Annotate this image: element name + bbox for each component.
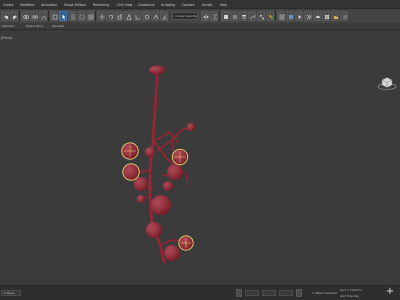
workspace-icon[interactable] [340, 11, 348, 21]
layer-explorer-icon[interactable] [230, 11, 238, 21]
tab-populate[interactable]: Populate [52, 24, 64, 29]
tab-selection[interactable]: Selection [2, 24, 15, 29]
toolbar-separator [275, 11, 276, 21]
select-by-name-icon[interactable] [68, 11, 76, 21]
selection-status: 1 Helper Selected [312, 291, 337, 295]
menu-animation[interactable]: Animation [41, 2, 57, 8]
menu-civil-view[interactable]: Civil View [117, 2, 132, 8]
render-setup-icon[interactable] [277, 11, 285, 21]
menu-customize[interactable]: Customize [138, 2, 155, 8]
lock-selection-icon[interactable] [236, 289, 242, 297]
add-time-tag[interactable]: Add Time Tag [340, 294, 359, 298]
pivot-center-icon[interactable] [142, 11, 150, 21]
perspective-viewport[interactable] [0, 30, 400, 285]
tab-object-paint[interactable]: Object Paint [26, 24, 43, 29]
render-in-cloud-icon[interactable] [313, 11, 321, 21]
window-crossing-icon[interactable] [86, 11, 94, 21]
render-iterative-icon[interactable] [304, 11, 312, 21]
coord-z-field[interactable] [279, 290, 293, 296]
select-filter-icon[interactable] [50, 11, 58, 21]
maxscript-prompt: ur Maxs [3, 291, 15, 295]
mirror-icon[interactable] [201, 11, 209, 21]
menu-create[interactable]: Create [3, 2, 14, 8]
toolbar-separator [95, 11, 96, 21]
branch-model[interactable] [0, 30, 400, 285]
viewcube-icon[interactable] [377, 74, 397, 92]
coord-y-field[interactable] [262, 290, 276, 296]
link-icon[interactable] [21, 11, 29, 21]
grid-readout: Grid = 10,0mm [340, 288, 362, 292]
place-icon[interactable] [124, 11, 132, 21]
material-editor-icon[interactable] [266, 11, 274, 21]
menu-content[interactable]: Content [182, 2, 195, 8]
toggle-ribbon-icon[interactable] [239, 11, 247, 21]
coord-x-field[interactable] [245, 290, 259, 296]
rendered-frame-window-icon[interactable] [286, 11, 294, 21]
isolate-selection-icon[interactable] [296, 289, 302, 297]
menu-bar: Create Modifiers Animation Graph Editors… [0, 0, 400, 9]
bind-space-warp-icon[interactable] [39, 11, 47, 21]
menu-arnold[interactable]: Arnold [202, 2, 212, 8]
curve-editor-icon[interactable] [248, 11, 256, 21]
align-icon[interactable] [210, 11, 218, 21]
menu-rendering[interactable]: Rendering [93, 2, 109, 8]
a360-gallery-icon[interactable] [322, 11, 330, 21]
open-explorer-icon[interactable] [331, 11, 339, 21]
redo-button[interactable] [10, 11, 18, 21]
viewport-label[interactable]: [Persp] [1, 36, 12, 40]
toolbar-separator [219, 11, 220, 21]
snaps-toggle-icon[interactable] [151, 11, 159, 21]
menu-scripting[interactable]: Scripting [161, 2, 175, 8]
unlink-icon[interactable] [30, 11, 38, 21]
reference-coordinate-icon[interactable] [133, 11, 141, 21]
select-object-icon[interactable] [59, 11, 67, 21]
rotate-icon[interactable] [106, 11, 114, 21]
main-toolbar: Create Selection Se [0, 9, 400, 23]
scale-icon[interactable] [115, 11, 123, 21]
move-icon[interactable] [97, 11, 105, 21]
menu-help[interactable]: Help [220, 2, 227, 8]
schematic-view-icon[interactable] [257, 11, 265, 21]
status-bar: ur Maxs 1 Helper Selected Grid = 10,0mm … [0, 285, 400, 300]
toolbar-separator [48, 11, 49, 21]
ribbon-tabs: Selection Object Paint Populate [0, 23, 400, 30]
render-production-icon[interactable] [295, 11, 303, 21]
toolbar-separator [19, 11, 20, 21]
add-icon[interactable]: + [385, 287, 395, 297]
selection-set-dropdown[interactable]: Create Selection Se [172, 12, 198, 20]
menu-modifiers[interactable]: Modifiers [20, 2, 35, 8]
menu-graph-editors[interactable]: Graph Editors [64, 2, 86, 8]
scene-explorer-icon[interactable] [221, 11, 229, 21]
angle-snap-icon[interactable] [160, 11, 168, 21]
undo-button[interactable] [1, 11, 9, 21]
region-select-icon[interactable] [77, 11, 85, 21]
